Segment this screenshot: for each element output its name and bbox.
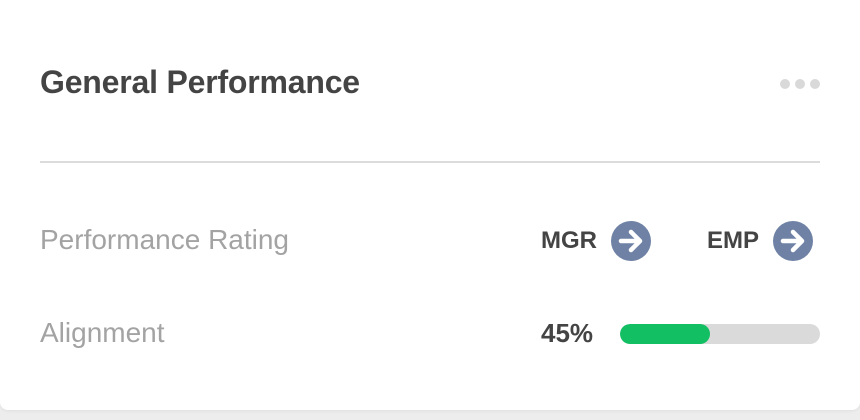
- mgr-rating-link[interactable]: MGR: [541, 221, 651, 261]
- alignment-label: Alignment: [40, 317, 165, 348]
- alignment-progress-bar: [620, 324, 820, 344]
- more-dot: [810, 79, 820, 89]
- alignment-percent: 45%: [541, 318, 594, 348]
- arrow-right-circle-icon[interactable]: [611, 221, 651, 261]
- arrow-right-circle-icon[interactable]: [773, 221, 814, 261]
- more-dot: [780, 79, 790, 89]
- more-dot: [795, 79, 805, 89]
- alignment-progress-fill: [620, 324, 710, 344]
- header-divider: [40, 161, 820, 163]
- emp-label: EMP: [707, 227, 760, 254]
- performance-rating-label: Performance Rating: [40, 224, 290, 255]
- mgr-label: MGR: [541, 227, 597, 254]
- more-options-icon[interactable]: [780, 77, 820, 91]
- emp-rating-link[interactable]: EMP: [707, 221, 814, 261]
- card-title: General Performance: [40, 64, 360, 100]
- general-performance-card: General Performance Performance Rating M…: [0, 0, 860, 410]
